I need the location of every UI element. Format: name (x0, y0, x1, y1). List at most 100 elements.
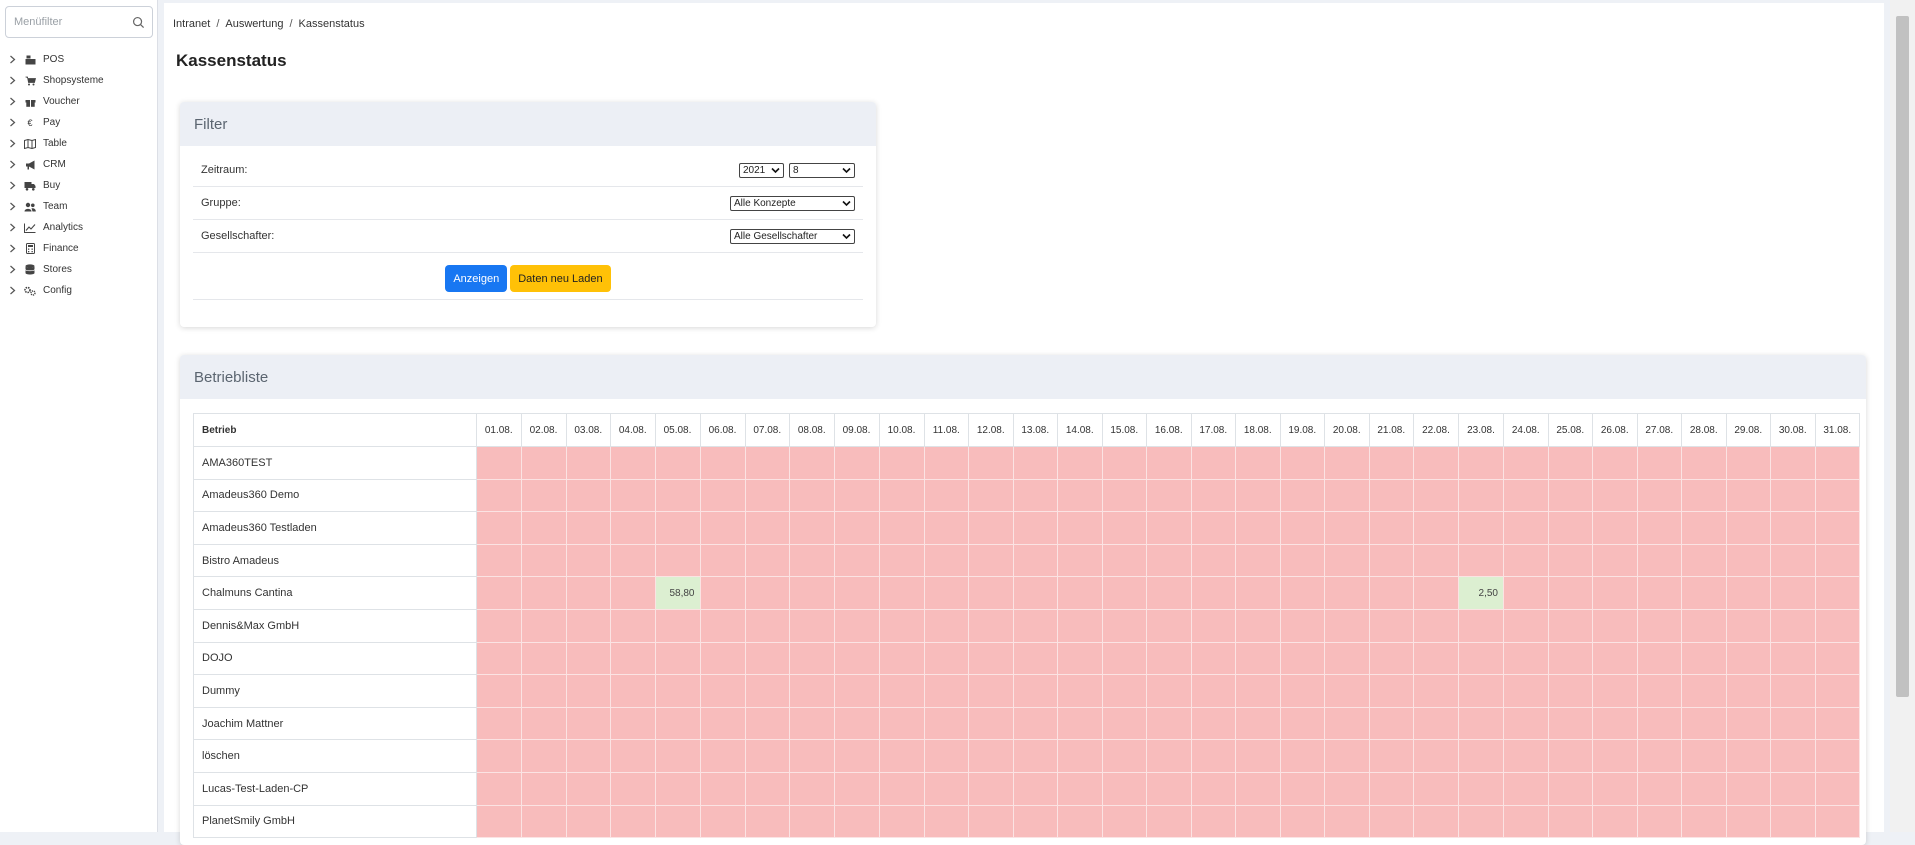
status-cell-empty (1190, 543, 1236, 578)
status-cell-empty (1770, 543, 1816, 578)
status-cell-empty (1012, 478, 1058, 513)
sidebar-item-pay[interactable]: € Pay (0, 112, 158, 133)
status-cell-empty (1725, 674, 1771, 708)
table-row[interactable]: Joachim Mattner (193, 706, 1860, 741)
status-cell-empty (1190, 446, 1236, 480)
status-cell-empty (1279, 641, 1325, 676)
status-cell-empty (1012, 739, 1058, 773)
sidebar-item-table[interactable]: Table (0, 133, 158, 154)
status-cell-empty (476, 804, 522, 839)
anzeigen-button[interactable]: Anzeigen (445, 265, 508, 292)
gruppe-row: Gruppe: Alle Konzepte (193, 187, 863, 220)
scrollbar-thumb[interactable] (1896, 16, 1909, 697)
status-cell-empty (833, 608, 880, 643)
status-cell-empty (1279, 739, 1325, 773)
status-cell-empty (1057, 641, 1103, 676)
month-select[interactable]: 8 (789, 162, 855, 178)
database-icon (24, 264, 36, 276)
status-cell-empty (1725, 706, 1771, 741)
table-row[interactable]: Amadeus360 Testladen (193, 511, 1860, 545)
betrieb-name-cell: Bistro Amadeus (193, 543, 477, 578)
status-cell-empty (789, 543, 835, 578)
status-cell-empty (520, 706, 567, 741)
betrieb-name-cell: Joachim Mattner (193, 706, 477, 741)
status-cell-empty (968, 771, 1014, 806)
sidebar-item-team[interactable]: Team (0, 196, 158, 217)
status-cell-empty (1012, 446, 1058, 480)
sidebar-item-analytics[interactable]: Analytics (0, 217, 158, 238)
reload-data-button[interactable]: Daten neu Laden (510, 265, 611, 292)
status-cell-empty (1146, 446, 1192, 480)
column-header-day: 18.08. (1235, 413, 1281, 447)
search-icon[interactable] (132, 16, 145, 29)
status-cell-empty (1324, 641, 1370, 676)
status-cell-empty (1413, 804, 1459, 839)
year-select-value: 2021 (743, 164, 766, 176)
column-header-day: 25.08. (1547, 413, 1593, 447)
column-header-day: 30.08. (1770, 413, 1816, 447)
gesellschafter-select[interactable]: Alle Gesellschafter (730, 228, 855, 244)
table-row[interactable]: DOJO (193, 641, 1860, 676)
chevron-down-icon (842, 167, 851, 173)
status-cell-empty (923, 478, 969, 513)
sidebar-item-finance[interactable]: Finance (0, 238, 158, 259)
table-row[interactable]: AMA360TEST (193, 446, 1860, 480)
table-row[interactable]: PlanetSmily GmbH (193, 804, 1860, 839)
sidebar-item-pos[interactable]: POS (0, 49, 158, 70)
column-header-day: 15.08. (1101, 413, 1147, 447)
status-cell-empty (1770, 739, 1816, 773)
column-header-day: 19.08. (1279, 413, 1325, 447)
status-cell-empty (1101, 446, 1147, 480)
sidebar-menu: POS Shopsysteme Voucher € Pay Table CRM (0, 49, 158, 301)
table-row[interactable]: Dennis&Max GmbH (193, 608, 1860, 643)
sidebar-item-config[interactable]: Config (0, 280, 158, 301)
breadcrumb-link-intranet[interactable]: Intranet (173, 18, 210, 30)
menu-filter[interactable] (5, 6, 153, 38)
status-cell-empty (968, 739, 1014, 773)
table-row[interactable]: Lucas-Test-Laden-CP (193, 771, 1860, 806)
status-cell-empty (1681, 543, 1727, 578)
status-cell-empty (833, 543, 880, 578)
column-header-day: 13.08. (1012, 413, 1058, 447)
status-cell-empty (833, 641, 880, 676)
status-cell-empty (744, 511, 790, 545)
table-row[interactable]: Chalmuns Cantina 58,80 2,50 (193, 576, 1860, 610)
sidebar-item-label: Shopsysteme (43, 75, 104, 86)
column-header-day: 21.08. (1368, 413, 1414, 447)
column-header-day: 09.08. (833, 413, 880, 447)
page-scrollbar[interactable] (1890, 0, 1915, 832)
chevron-right-icon (9, 202, 19, 211)
sidebar-item-label: Pay (43, 117, 61, 128)
breadcrumb-link-auswertung[interactable]: Auswertung (225, 18, 283, 30)
chevron-right-icon (9, 139, 19, 148)
sidebar-item-stores[interactable]: Stores (0, 259, 158, 280)
table-row[interactable]: Dummy (193, 674, 1860, 708)
status-cell-empty (789, 706, 835, 741)
gruppe-select[interactable]: Alle Konzepte (730, 195, 855, 211)
status-cell-empty (878, 608, 925, 643)
status-cell-empty (1235, 739, 1281, 773)
status-cell-empty (1547, 739, 1593, 773)
sidebar-item-shopsysteme[interactable]: Shopsysteme (0, 70, 158, 91)
status-cell-empty (923, 804, 969, 839)
sidebar-item-voucher[interactable]: Voucher (0, 91, 158, 112)
table-row[interactable]: Bistro Amadeus (193, 543, 1860, 578)
sidebar-item-crm[interactable]: CRM (0, 154, 158, 175)
status-cell-empty (654, 511, 701, 545)
sidebar-item-buy[interactable]: Buy (0, 175, 158, 196)
status-cell-empty (1725, 511, 1771, 545)
year-select[interactable]: 2021 (739, 162, 784, 178)
table-row[interactable]: Amadeus360 Demo (193, 478, 1860, 513)
status-cell-empty (1235, 641, 1281, 676)
table-header-row: Betrieb 01.08. 02.08. 03.08. 04.08. 05.08. 06.… (193, 413, 1860, 447)
status-cell-empty (878, 543, 925, 578)
status-cell-empty (1190, 739, 1236, 773)
status-cell-empty (1770, 608, 1816, 643)
status-cell-empty (1146, 576, 1192, 610)
column-header-day: 01.08. (476, 413, 522, 447)
menu-filter-input[interactable] (6, 7, 128, 37)
chevron-down-icon (771, 167, 780, 173)
table-row[interactable]: löschen (193, 739, 1860, 773)
status-cell-empty (565, 804, 611, 839)
status-cell-empty (1235, 608, 1281, 643)
